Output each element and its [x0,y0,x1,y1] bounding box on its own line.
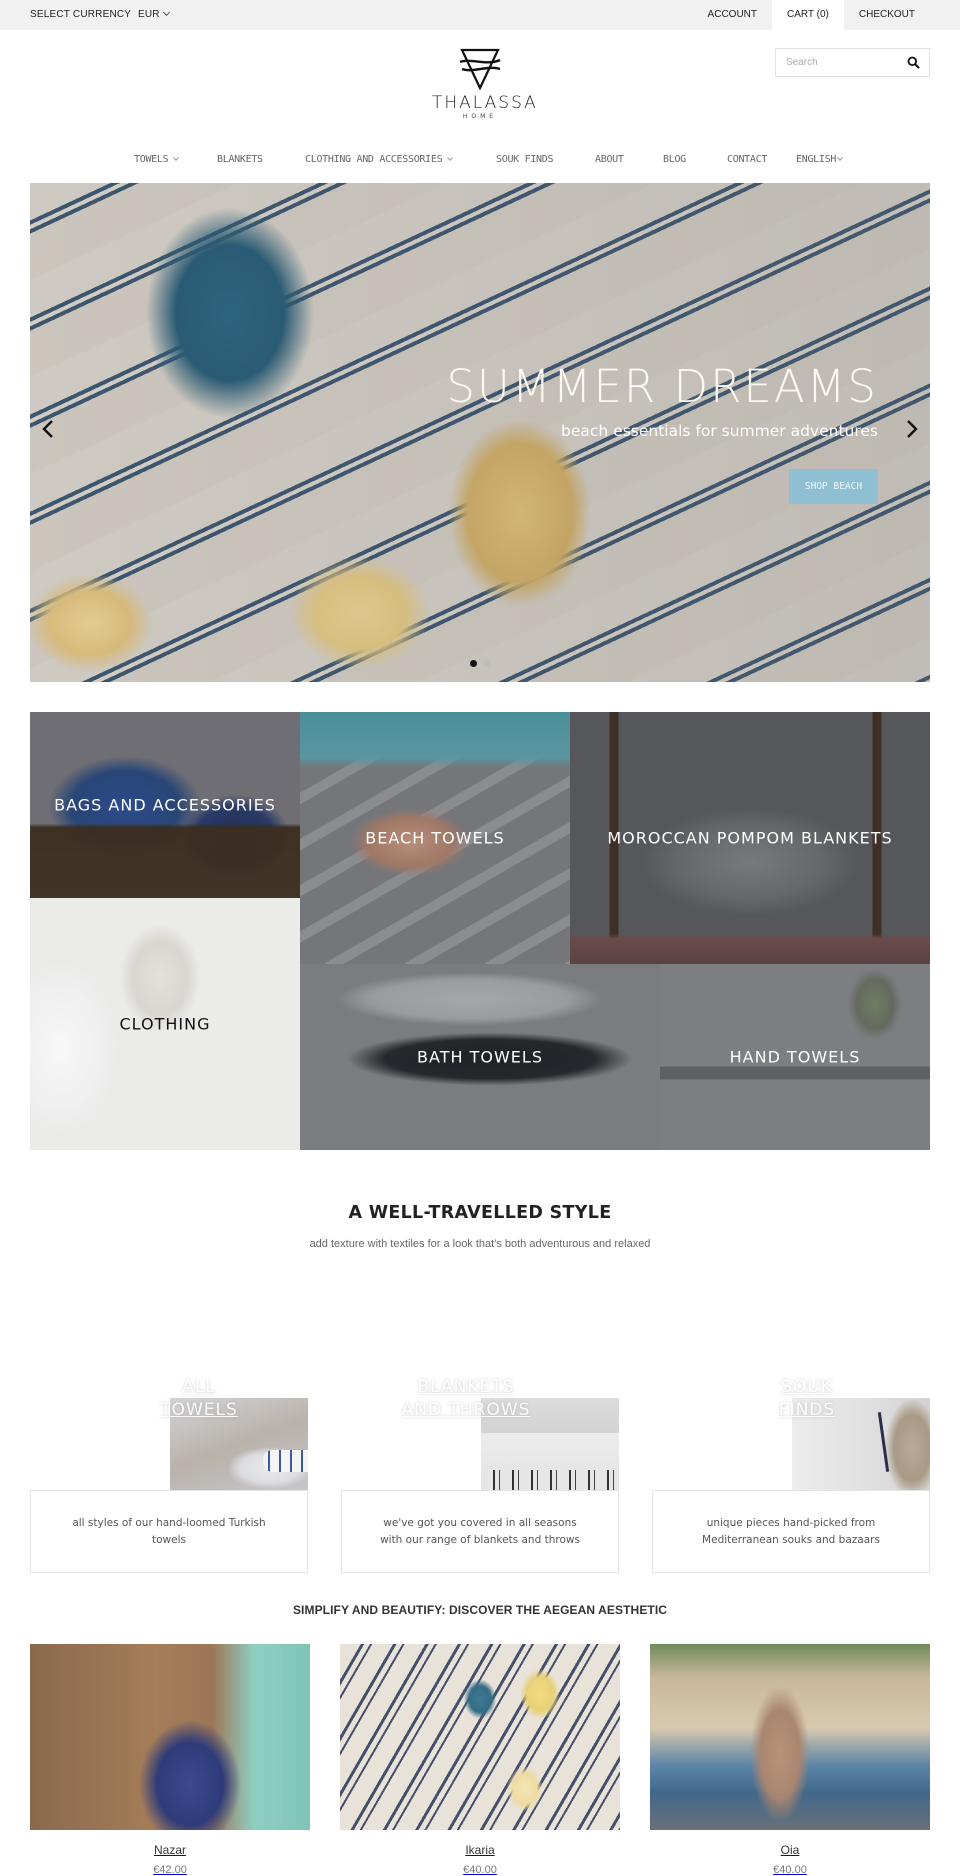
category-label: BEACH TOWELS [365,828,505,848]
slider-dot[interactable] [483,660,490,667]
search-input[interactable] [776,49,896,76]
product-price: €42.00 [153,1864,187,1876]
category-bags-and-accessories[interactable]: BAGS AND ACCESSORIES [30,712,300,898]
category-label: BAGS AND ACCESSORIES [54,795,276,815]
product-name: Ikaria [465,1843,495,1857]
section-title: SIMPLIFY AND BEAUTIFY: DISCOVER THE AEGE… [292,1603,668,1617]
feature-title[interactable]: BLANKETS AND THROWS [391,1376,541,1422]
category-label: MOROCCAN POMPOM BLANKETS [607,828,893,848]
hero-slider: SUMMER DREAMS beach essentials for summe… [30,183,930,682]
feature-title-line: AND THROWS [401,1400,531,1420]
hero-tagline: beach essentials for summer adventures [561,422,878,440]
chevron-down-icon [173,155,180,161]
nav-label: BLANKETS [217,154,263,165]
cart-link[interactable]: CART (0) [772,0,844,30]
brand-name: THALASSA [432,93,538,113]
search-icon[interactable] [907,56,920,69]
product-name: Oia [780,1843,800,1857]
slider-dot[interactable] [470,660,477,667]
section-subtitle: add texture with textiles for a look tha… [309,1238,651,1250]
feature-description-box: we've got you covered in all seasons wit… [341,1490,619,1573]
chevron-left-icon[interactable] [38,418,60,440]
logo-mark-icon [459,48,501,90]
feature-all-towels: ALL TOWELS all styles of our hand-loomed … [30,1376,308,1574]
feature-description-box: all styles of our hand-loomed Turkish to… [30,1490,308,1573]
nav-item-language[interactable]: ENGLISH [796,154,843,165]
product-name: Nazar [153,1843,186,1857]
nav-item-blankets[interactable]: BLANKETS [217,154,263,165]
category-beach-towels[interactable]: BEACH TOWELS [300,712,570,964]
nav-label: TOWELS [134,154,169,165]
hero-title: SUMMER DREAMS [446,360,878,413]
feature-description: all styles of our hand-loomed Turkish to… [72,1516,266,1546]
search-box [775,48,930,77]
logo[interactable]: THALASSA HOME [432,48,538,132]
currency-selector[interactable]: SELECT CURRENCY EUR [30,0,170,30]
checkout-link[interactable]: CHECKOUT [844,0,930,30]
nav-label: SOUK FINDS [496,154,554,165]
feature-title[interactable]: SOUK FINDS [732,1376,882,1422]
feature-souk-finds: SOUK FINDS unique pieces hand-picked from… [652,1376,930,1574]
feature-title[interactable]: ALL TOWELS [125,1376,273,1422]
feature-title-line: SOUK [781,1377,833,1397]
feature-description: unique pieces hand-picked from Mediterra… [702,1516,880,1546]
feature-title-line: TOWELS [160,1400,238,1420]
category-label: BATH TOWELS [417,1047,543,1067]
currency-label: SELECT CURRENCY [30,9,131,20]
category-label: HAND TOWELS [729,1047,861,1067]
nav-item-souk-finds[interactable]: SOUK FINDS [496,154,554,165]
chevron-down-icon [837,155,843,161]
nav-item-towels[interactable]: TOWELS [134,154,180,165]
category-label: CLOTHING [119,1014,211,1034]
product-image [340,1644,620,1830]
top-bar: SELECT CURRENCY EUR ACCOUNT CART (0) CHE… [0,0,960,30]
chevron-right-icon[interactable] [900,418,922,440]
chevron-down-icon [447,155,454,161]
account-link[interactable]: ACCOUNT [693,0,772,30]
feature-blankets-and-throws: BLANKETS AND THROWS we've got you covered… [341,1376,619,1574]
product-card[interactable]: Oia €40.00 [650,1644,930,1876]
nav-item-blog[interactable]: BLOG [663,154,686,165]
feature-title-line: ALL [182,1377,216,1397]
category-hand-towels[interactable]: HAND TOWELS [660,964,930,1150]
slider-dots [30,652,930,671]
nav-label: CONTACT [727,154,768,165]
brand-subtitle: HOME [462,113,498,120]
nav-item-contact[interactable]: CONTACT [727,154,767,165]
nav-label: BLOG [663,154,686,165]
product-price: €40.00 [773,1864,807,1876]
product-image [30,1644,310,1830]
feature-title-line: BLANKETS [417,1377,515,1397]
nav-label: ABOUT [595,154,624,165]
main-nav: TOWELS BLANKETS CLOTHING AND ACCESSORIES… [0,150,960,172]
category-clothing[interactable]: CLOTHING [30,898,300,1150]
feature-title-line: FINDS [778,1400,836,1420]
feature-description: we've got you covered in all seasons wit… [380,1516,580,1546]
nav-label: CLOTHING AND ACCESSORIES [305,154,443,165]
product-price: €40.00 [463,1864,497,1876]
product-image [650,1644,930,1830]
nav-item-about[interactable]: ABOUT [595,154,624,165]
account-links: ACCOUNT CART (0) CHECKOUT [693,0,930,30]
product-card[interactable]: Ikaria €40.00 [340,1644,620,1876]
nav-item-clothing-and-accessories[interactable]: CLOTHING AND ACCESSORIES [305,154,454,165]
category-bath-towels[interactable]: BATH TOWELS [300,964,660,1150]
shop-beach-button[interactable]: SHOP BEACH [789,469,878,504]
nav-label: ENGLISH [796,154,837,165]
currency-value[interactable]: EUR [138,9,160,20]
feature-description-box: unique pieces hand-picked from Mediterra… [652,1490,930,1573]
category-moroccan-pompom-blankets[interactable]: MOROCCAN POMPOM BLANKETS [570,712,930,964]
chevron-down-icon [162,8,170,17]
section-title: A WELL-TRAVELLED STYLE [348,1203,612,1223]
product-card[interactable]: Nazar €42.00 [30,1644,310,1876]
